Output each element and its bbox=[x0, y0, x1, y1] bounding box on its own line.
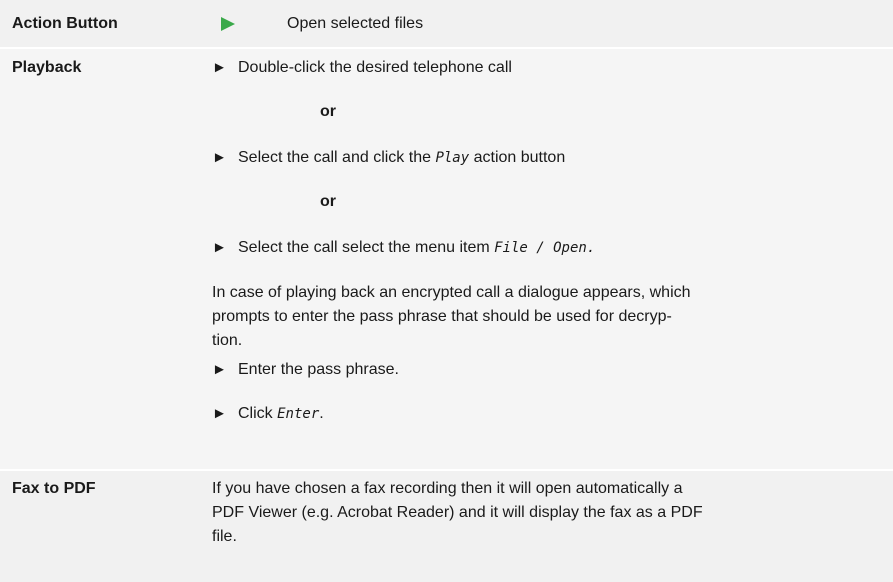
bullet-arrow-icon: ► bbox=[212, 149, 227, 166]
bullet-arrow-icon: ► bbox=[212, 361, 227, 378]
row-action-button: Action Button Open selected files bbox=[0, 0, 893, 47]
step-enter-pass-phrase: ► Enter the pass phrase. bbox=[212, 357, 399, 383]
bullet-arrow-icon: ► bbox=[212, 405, 227, 422]
row-content: If you have chosen a fax recording then … bbox=[196, 471, 893, 582]
bullet-arrow-icon: ► bbox=[212, 59, 227, 76]
fax-label: Fax to PDF bbox=[12, 480, 96, 497]
action-description: Open selected files bbox=[287, 15, 424, 32]
bullet-arrow-icon: ► bbox=[212, 239, 227, 256]
code-play: Play bbox=[435, 150, 470, 166]
play-triangle-icon bbox=[221, 17, 235, 31]
row-label: Playback bbox=[0, 49, 196, 469]
row-label: Fax to PDF bbox=[0, 471, 196, 582]
playback-label: Playback bbox=[12, 59, 82, 76]
fax-description: If you have chosen a fax recording then … bbox=[212, 480, 703, 545]
step-click-enter: ► Click Enter. bbox=[212, 401, 324, 427]
row-playback: Playback ► Double-click the desired telep… bbox=[0, 49, 893, 469]
row-label: Action Button bbox=[0, 0, 196, 47]
step-play-button: ► Select the call and click the Play acti… bbox=[212, 145, 565, 171]
code-file-open: File / Open. bbox=[494, 240, 596, 256]
code-enter: Enter bbox=[277, 406, 320, 422]
step-menu-open: ► Select the call select the menu item Fi… bbox=[212, 235, 595, 261]
row-content: Open selected files bbox=[196, 0, 893, 47]
row-fax-to-pdf: Fax to PDF If you have chosen a fax reco… bbox=[0, 471, 893, 582]
step-double-click: ► Double-click the desired telephone call bbox=[212, 55, 512, 81]
or-separator: or bbox=[320, 103, 336, 120]
or-separator: or bbox=[320, 193, 336, 210]
row-content: ► Double-click the desired telephone call… bbox=[196, 49, 893, 469]
encryption-paragraph: In case of playing back an encrypted cal… bbox=[212, 284, 691, 349]
